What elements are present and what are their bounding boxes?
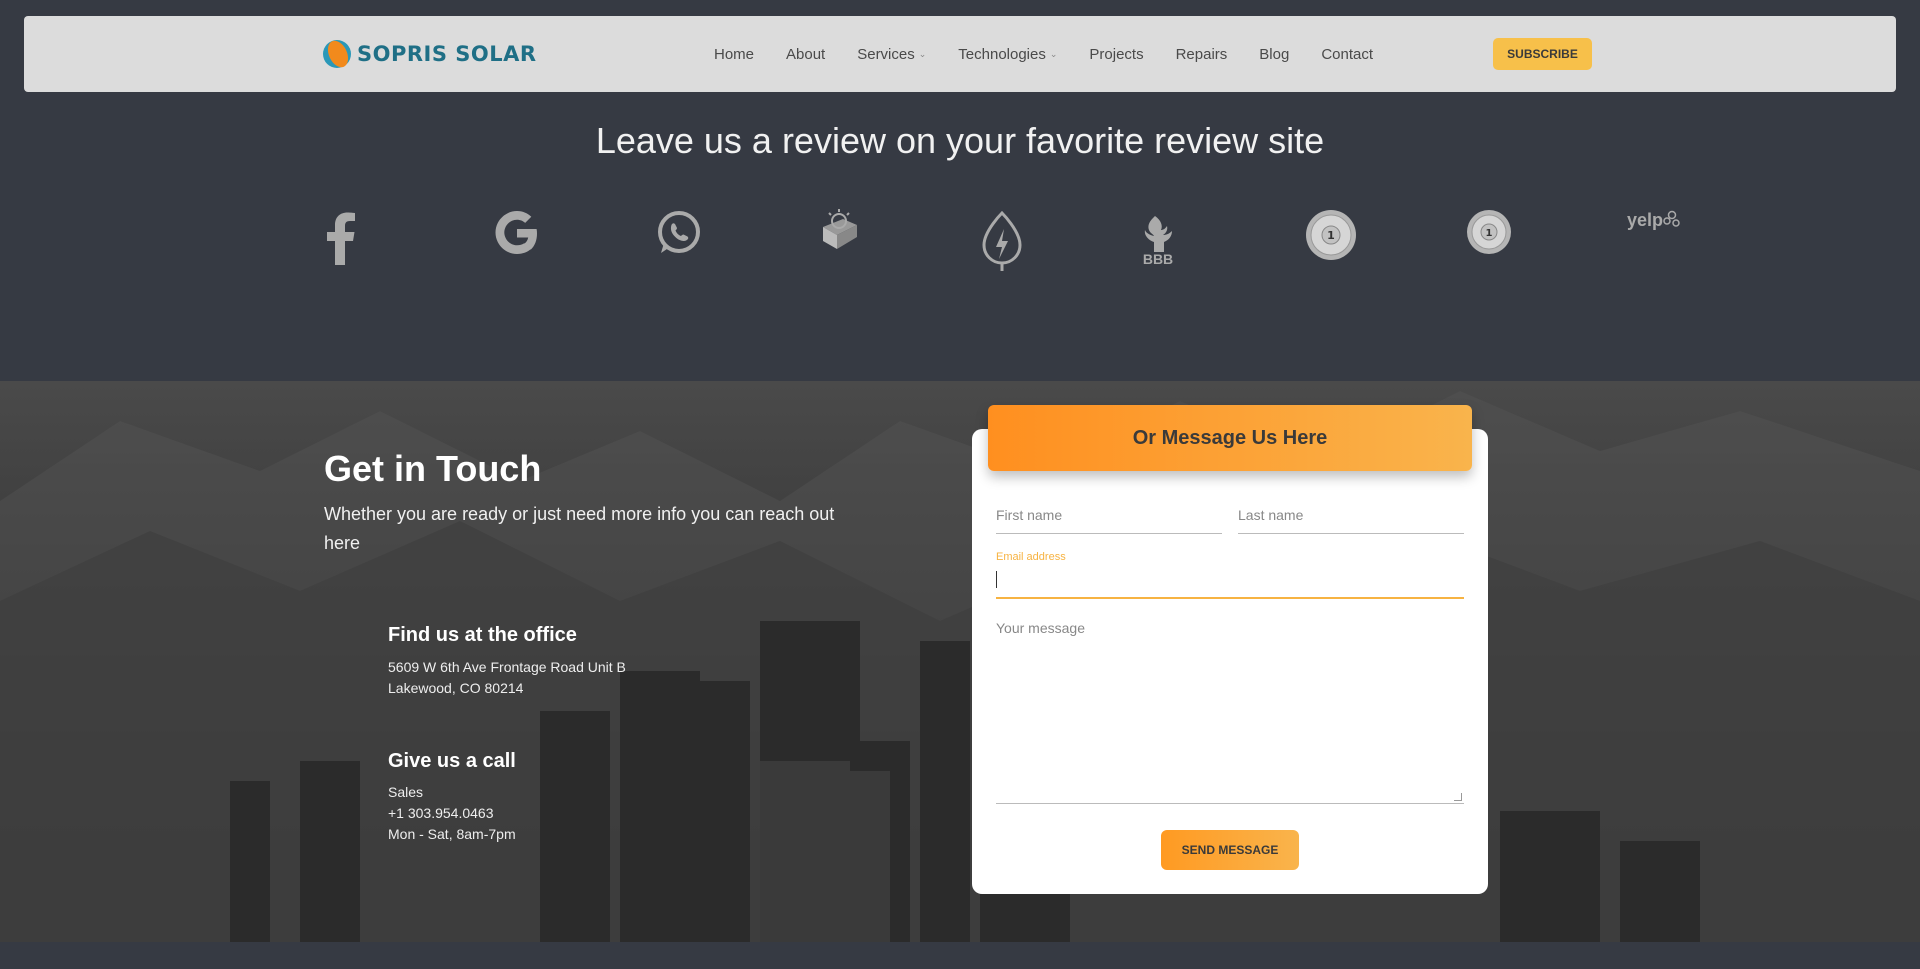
office-heading: Find us at the office <box>388 624 577 646</box>
message-placeholder: Your message <box>996 620 1085 636</box>
nav-item-projects[interactable]: Projects <box>1089 46 1143 63</box>
navbar: SOPRIS SOLAR Home About Services ⌄ Techno… <box>24 16 1896 92</box>
call-hours: Mon - Sat, 8am-7pm <box>388 826 516 842</box>
bbb-text: BBB <box>1142 251 1174 267</box>
send-message-button[interactable]: SEND MESSAGE <box>1161 830 1299 870</box>
contact-section-background <box>0 381 1920 942</box>
badge-2-icon[interactable]: 1 <box>1465 208 1513 256</box>
badge-1-icon[interactable]: 1 <box>1304 208 1358 262</box>
review-heading: Leave us a review on your favorite revie… <box>595 120 1325 161</box>
nav-item-services[interactable]: Services ⌄ <box>857 46 926 63</box>
contact-subtitle: Whether you are ready or just need more … <box>324 504 835 553</box>
bbb-icon[interactable]: BBB <box>1136 210 1180 272</box>
nav-links: Home About Services ⌄ Technologies ⌄ Proje… <box>714 16 1405 92</box>
call-phone[interactable]: +1 303.954.0463 <box>388 805 494 821</box>
contact-title: Get in Touch <box>324 448 542 489</box>
footer-strip <box>0 942 1920 969</box>
call-line-sales: Sales <box>388 784 424 800</box>
logo[interactable]: SOPRIS SOLAR <box>323 37 537 71</box>
nav-item-blog[interactable]: Blog <box>1259 46 1289 63</box>
yelp-text: yelp <box>1626 209 1664 230</box>
subscribe-button[interactable]: SUBSCRIBE <box>1493 38 1592 70</box>
mountain-city-background <box>0 391 1920 942</box>
google-icon[interactable] <box>492 208 542 258</box>
yelp-icon[interactable]: yelp <box>1626 204 1682 236</box>
email-field[interactable] <box>996 566 1464 599</box>
energysage-icon[interactable] <box>978 210 1026 272</box>
resize-handle[interactable] <box>1454 793 1462 801</box>
logo-sun-icon <box>323 37 353 71</box>
nav-item-about[interactable]: About <box>786 46 825 63</box>
svg-text:1: 1 <box>1327 229 1335 242</box>
whatsapp-icon[interactable] <box>654 208 704 258</box>
message-field[interactable]: Your message <box>996 620 1464 804</box>
office-address-line1: 5609 W 6th Ave Frontage Road Unit B <box>388 659 626 675</box>
email-label: Email address <box>996 551 1066 563</box>
nav-item-technologies[interactable]: Technologies ⌄ <box>958 46 1057 63</box>
chevron-down-icon: ⌄ <box>918 48 927 59</box>
svg-text:1: 1 <box>1486 228 1493 239</box>
form-header: Or Message Us Here <box>988 405 1472 471</box>
first-name-field[interactable]: First name <box>996 507 1222 534</box>
first-name-placeholder: First name <box>996 507 1063 523</box>
review-site-icons: BBB 1 1 yelp <box>0 200 1920 280</box>
brand-name: SOPRIS SOLAR <box>357 42 537 66</box>
last-name-placeholder: Last name <box>1238 507 1304 523</box>
facebook-icon[interactable] <box>318 208 364 268</box>
chevron-down-icon: ⌄ <box>1049 48 1058 59</box>
nav-item-contact[interactable]: Contact <box>1321 46 1373 63</box>
last-name-field[interactable]: Last name <box>1238 507 1464 534</box>
text-caret <box>996 571 997 588</box>
nav-item-repairs[interactable]: Repairs <box>1176 46 1228 63</box>
nav-item-home[interactable]: Home <box>714 46 754 63</box>
office-address-line2: Lakewood, CO 80214 <box>388 680 524 696</box>
call-heading: Give us a call <box>388 750 516 772</box>
solar-reviews-icon[interactable] <box>816 208 862 254</box>
